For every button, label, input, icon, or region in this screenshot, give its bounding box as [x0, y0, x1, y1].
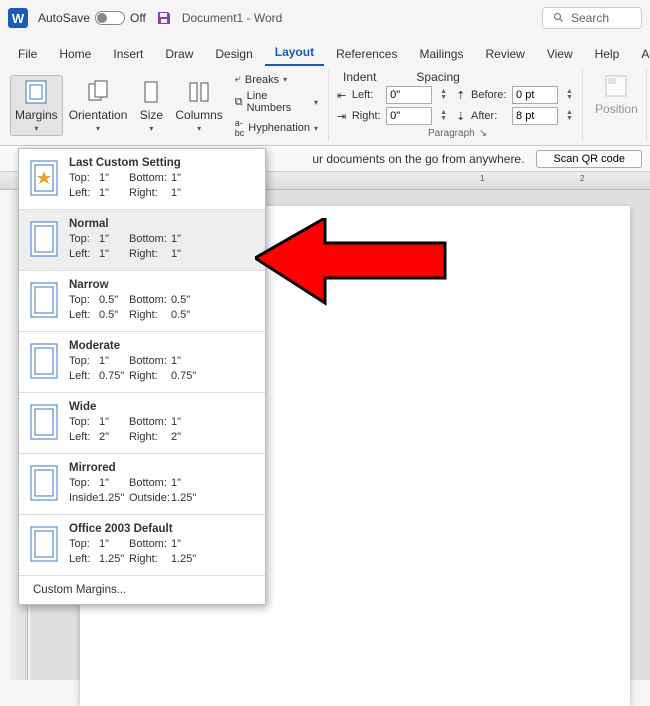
paragraph-launcher-icon[interactable]: ↘	[479, 128, 487, 139]
ribbon: Margins ▾ Orientation ▾ Size ▾ Columns ▾…	[0, 66, 650, 146]
tab-acro[interactable]: Acro	[631, 42, 650, 66]
indent-header: Indent	[343, 70, 376, 84]
spacing-after-spinner[interactable]: ▲▼	[566, 110, 578, 122]
margin-preset-mirrored[interactable]: MirroredTop:1"Bottom:1"Inside:1.25"Outsi…	[19, 453, 265, 514]
search-icon	[553, 12, 565, 24]
margin-preset-icon	[29, 403, 59, 441]
margin-preset-icon	[29, 220, 59, 258]
spacing-before-input[interactable]	[512, 86, 558, 104]
indent-left-input[interactable]	[386, 86, 432, 104]
size-label: Size	[140, 108, 163, 122]
margin-preset-title: Narrow	[69, 279, 255, 291]
columns-icon	[185, 78, 213, 106]
tab-view[interactable]: View	[537, 42, 583, 66]
save-icon[interactable]	[156, 10, 172, 26]
spacing-after-icon: ⇣	[456, 110, 467, 123]
info-text: ur documents on the go from anywhere.	[312, 152, 524, 166]
margin-preset-office-2003-default[interactable]: Office 2003 DefaultTop:1"Bottom:1"Left:1…	[19, 514, 265, 575]
indent-left-spinner[interactable]: ▲▼	[440, 89, 452, 101]
position-button[interactable]: Position	[591, 70, 642, 118]
margin-preset-narrow[interactable]: NarrowTop:0.5"Bottom:0.5"Left:0.5"Right:…	[19, 270, 265, 331]
margin-preset-moderate[interactable]: ModerateTop:1"Bottom:1"Left:0.75"Right:0…	[19, 331, 265, 392]
margins-dropdown: Last Custom SettingTop:1"Bottom:1"Left:1…	[18, 148, 266, 605]
margins-label: Margins	[15, 108, 58, 122]
toggle-switch[interactable]	[95, 11, 125, 25]
margin-preset-title: Last Custom Setting	[69, 157, 255, 169]
margin-preset-title: Office 2003 Default	[69, 523, 255, 535]
margin-preset-icon	[29, 464, 59, 502]
spacing-after-label: After:	[471, 110, 508, 122]
margin-preset-wide[interactable]: WideTop:1"Bottom:1"Left:2"Right:2"	[19, 392, 265, 453]
ribbon-tabs: FileHomeInsertDrawDesignLayoutReferences…	[0, 36, 650, 66]
size-button[interactable]: Size ▾	[133, 76, 169, 135]
position-icon	[602, 72, 630, 100]
size-icon	[137, 78, 165, 106]
margin-preset-title: Wide	[69, 401, 255, 413]
scan-qr-button[interactable]: Scan QR code	[536, 150, 642, 168]
title-bar: W AutoSave Off Document1 - Word Search	[0, 0, 650, 36]
page-setup-group: Margins ▾ Orientation ▾ Size ▾ Columns ▾…	[6, 70, 329, 141]
spacing-after-input[interactable]	[512, 107, 558, 125]
word-app-icon: W	[8, 8, 28, 28]
spacing-before-icon: ⇡	[456, 89, 467, 102]
tab-home[interactable]: Home	[49, 42, 101, 66]
margin-preset-normal[interactable]: NormalTop:1"Bottom:1"Left:1"Right:1"	[19, 209, 265, 270]
search-input[interactable]: Search	[542, 7, 642, 29]
tab-file[interactable]: File	[8, 42, 47, 66]
indent-right-label: Right:	[352, 110, 382, 122]
margin-preset-icon	[29, 342, 59, 380]
indent-right-spinner[interactable]: ▲▼	[440, 110, 452, 122]
margins-button[interactable]: Margins ▾	[10, 75, 63, 136]
tab-mailings[interactable]: Mailings	[409, 42, 473, 66]
margin-preset-last-custom-setting[interactable]: Last Custom SettingTop:1"Bottom:1"Left:1…	[19, 149, 265, 209]
autosave-state: Off	[130, 11, 146, 25]
tab-review[interactable]: Review	[475, 42, 534, 66]
arrange-group: Position	[587, 70, 647, 141]
tab-draw[interactable]: Draw	[155, 42, 203, 66]
margin-preset-title: Moderate	[69, 340, 255, 352]
hyphenation-button[interactable]: a-bcHyphenation▾	[233, 117, 320, 139]
margins-icon	[22, 78, 50, 106]
indent-left-label: Left:	[352, 89, 382, 101]
paragraph-group: Indent Spacing ⇤ Left: ▲▼ ⇡ Before: ▲▼ ⇥…	[333, 70, 583, 141]
tab-help[interactable]: Help	[585, 42, 630, 66]
autosave-label: AutoSave	[38, 11, 90, 25]
orientation-icon	[84, 78, 112, 106]
orientation-label: Orientation	[69, 108, 128, 122]
breaks-button[interactable]: ⤶Breaks▾	[233, 72, 320, 87]
columns-label: Columns	[175, 108, 222, 122]
orientation-button[interactable]: Orientation ▾	[65, 76, 132, 135]
autosave-toggle[interactable]: AutoSave Off	[38, 11, 146, 25]
tab-layout[interactable]: Layout	[265, 40, 324, 66]
margin-preset-icon	[29, 281, 59, 319]
columns-button[interactable]: Columns ▾	[171, 76, 226, 135]
tab-design[interactable]: Design	[205, 42, 262, 66]
spacing-header: Spacing	[416, 70, 459, 84]
indent-right-icon: ⇥	[337, 110, 348, 123]
margin-preset-title: Normal	[69, 218, 255, 230]
document-title: Document1 - Word	[182, 11, 282, 25]
line-numbers-button[interactable]: ⧉Line Numbers▾	[233, 89, 320, 115]
custom-margins-item[interactable]: Custom Margins...	[19, 575, 265, 604]
indent-right-input[interactable]	[386, 107, 432, 125]
margin-preset-icon	[29, 159, 59, 197]
paragraph-group-label: Paragraph	[428, 128, 475, 139]
spacing-before-label: Before:	[471, 89, 508, 101]
indent-left-icon: ⇤	[337, 89, 348, 102]
spacing-before-spinner[interactable]: ▲▼	[566, 89, 578, 101]
position-label: Position	[595, 102, 638, 116]
margin-preset-title: Mirrored	[69, 462, 255, 474]
margin-preset-icon	[29, 525, 59, 563]
tab-references[interactable]: References	[326, 42, 407, 66]
tab-insert[interactable]: Insert	[103, 42, 153, 66]
search-placeholder: Search	[571, 11, 609, 25]
